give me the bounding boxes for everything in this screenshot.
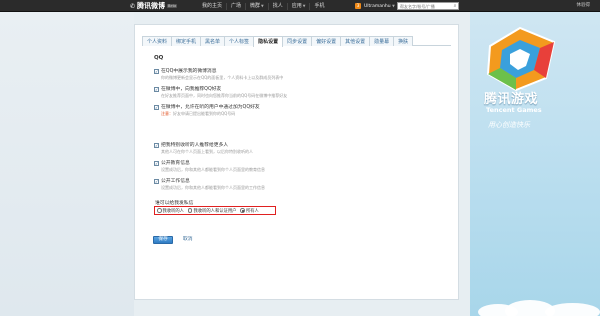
- brand-logo[interactable]: ✆ 腾讯微博 Beta: [130, 0, 178, 12]
- checkbox-recommend-special-follows[interactable]: ✓: [154, 143, 159, 148]
- radio-everyone-indicator: [240, 208, 245, 213]
- brand-mark-icon: ✆: [130, 2, 136, 10]
- option-description: 在好友推荐页面中，同时也向您推荐你当前的QQ号码在微博中推荐好友: [161, 93, 288, 98]
- username-text: Ultramanhu: [364, 4, 391, 9]
- tab-profile[interactable]: 个人资料: [142, 36, 173, 46]
- checkbox-allow-add-qq[interactable]: ✓: [154, 105, 159, 110]
- beta-badge: Beta: [167, 4, 178, 8]
- radio-label: 所有人: [245, 208, 259, 214]
- option-recommend-qq-friends: ✓ 在微博中，向我推荐QQ好友 在好友推荐页面中，同时也向您推荐你当前的QQ号码…: [154, 87, 287, 99]
- tencent-games-logo-icon: [486, 26, 556, 92]
- promo-title: 腾讯游戏: [484, 92, 539, 107]
- option-public-work: ✓ 公开工作信息 设置成功后，你和其他人都能看到你个人页面里的工作信息: [154, 179, 265, 191]
- checkbox-show-in-qq[interactable]: ✓: [154, 69, 159, 74]
- settings-panel: 个人资料 绑定手机 黑名单 个人标签 隐私设置 同步设置 偏好设置 其他设置 勋…: [134, 24, 459, 300]
- qq-section-title: QQ: [154, 55, 164, 61]
- option-allow-add-qq: ✓ 在微博中，允许在听的用户中通过加为QQ好友 注意：好友申请已提出能看到你的Q…: [154, 105, 260, 117]
- tab-skin[interactable]: 换肤: [393, 36, 414, 46]
- option-public-education: ✓ 公开教育信息 设置成功后，你和其他人都能看到你个人页面里的教育信息: [154, 161, 265, 173]
- option-recommend-special-follows: ✓ 把我特别收听的人推荐给更多人 其他人可在你个人页面上看到，以后你特别收听的人: [154, 143, 253, 155]
- cancel-link[interactable]: 取消: [183, 237, 193, 243]
- chevron-down-icon: ▼: [392, 4, 395, 8]
- option-description: 设置成功后，你和其他人都能看到你个人页面里的工作信息: [161, 185, 265, 190]
- save-button[interactable]: 保存: [153, 236, 173, 244]
- radio-label: 我收听的人: [162, 208, 184, 214]
- page-background-left: [0, 12, 134, 316]
- tencent-games-promo[interactable]: 腾讯游戏 Tencent Games 用心创造快乐: [474, 24, 590, 174]
- nav-item-apps-label: 应用: [291, 2, 302, 9]
- brand-name: 腾讯微博: [137, 2, 166, 10]
- checkbox-public-work[interactable]: ✓: [154, 179, 159, 184]
- chevron-down-icon: ▼: [261, 3, 264, 8]
- nav-item-square[interactable]: 广场: [227, 2, 247, 10]
- username-link[interactable]: Ultramanhu ▼: [364, 2, 395, 11]
- chevron-down-icon: ▼: [302, 3, 306, 8]
- radio-following-and-verified-indicator: [187, 208, 193, 213]
- tab-preferences[interactable]: 偏好设置: [311, 36, 342, 46]
- search-input[interactable]: [398, 3, 452, 9]
- tab-sync[interactable]: 同步设置: [282, 36, 313, 46]
- tab-personal-tags[interactable]: 个人标签: [224, 36, 255, 46]
- radio-following-indicator: [157, 208, 162, 213]
- option-description: 设置成功后，你和其他人都能看到你个人页面里的教育信息: [161, 167, 265, 172]
- radio-everyone[interactable]: 所有人: [240, 208, 259, 214]
- top-nav: 我的主页 广场 微群▼ 找人 应用▼ 手机: [198, 0, 329, 12]
- promo-slogan: 用心创造快乐: [488, 121, 530, 129]
- private-message-radio-group: 我收听的人 我收听的人和认证用户 所有人: [154, 206, 276, 215]
- warning-prefix: 注意：: [161, 111, 173, 116]
- checkbox-public-education[interactable]: ✓: [154, 161, 159, 166]
- cloud-shape: [545, 303, 600, 316]
- option-warning: 注意：好友申请已提出能看到你的QQ号码: [161, 111, 260, 117]
- radio-following[interactable]: 我收听的人: [157, 208, 184, 214]
- warning-text: 好友申请已提出能看到你的QQ号码: [173, 111, 236, 116]
- radio-following-and-verified[interactable]: 我收听的人和认证用户: [187, 208, 237, 214]
- option-show-in-qq: ✓ 在QQ中展示我的微博消息 你的微博更新会显示在QQ的面板里，个人资料卡上以及…: [154, 69, 283, 81]
- search-icon[interactable]: ⌕: [452, 3, 458, 9]
- nav-item-find-people[interactable]: 找人: [269, 2, 288, 10]
- option-description: 你的微博更新会显示在QQ的面板里，个人资料卡上以及群成员列表中: [161, 75, 284, 80]
- tab-bind-phone[interactable]: 绑定手机: [171, 36, 202, 46]
- checkbox-recommend-qq-friends[interactable]: ✓: [154, 87, 159, 92]
- search-box: ⌕: [397, 2, 459, 10]
- settings-tabs: 个人资料 绑定手机 黑名单 个人标签 隐私设置 同步设置 偏好设置 其他设置 勋…: [142, 36, 451, 47]
- private-message-title: 谁可以给我发私信: [155, 201, 194, 206]
- tab-badges[interactable]: 勋量幕: [369, 36, 395, 46]
- tab-privacy[interactable]: 隐私设置: [253, 36, 284, 47]
- option-description: 其他人可在你个人页面上看到，以后你特别收听的人: [161, 149, 253, 154]
- nav-item-home[interactable]: 我的主页: [198, 2, 228, 10]
- tab-other[interactable]: 其他设置: [340, 36, 371, 46]
- top-navigation-bar: ✆ 腾讯微博 Beta 我的主页 广场 微群▼ 找人 应用▼ 手机 3 Ultr…: [0, 0, 600, 12]
- notification-badge[interactable]: 3: [355, 3, 361, 9]
- top-right-link[interactable]: 休验得: [577, 0, 591, 12]
- nav-item-mobile[interactable]: 手机: [310, 3, 328, 10]
- nav-item-groups-label: 微群: [250, 2, 261, 9]
- promo-subtitle: Tencent Games: [486, 106, 542, 114]
- nav-item-groups[interactable]: 微群▼: [246, 2, 269, 10]
- nav-item-apps[interactable]: 应用▼: [288, 2, 311, 10]
- radio-label: 我收听的人和认证用户: [193, 208, 237, 214]
- tab-blacklist[interactable]: 黑名单: [200, 36, 226, 46]
